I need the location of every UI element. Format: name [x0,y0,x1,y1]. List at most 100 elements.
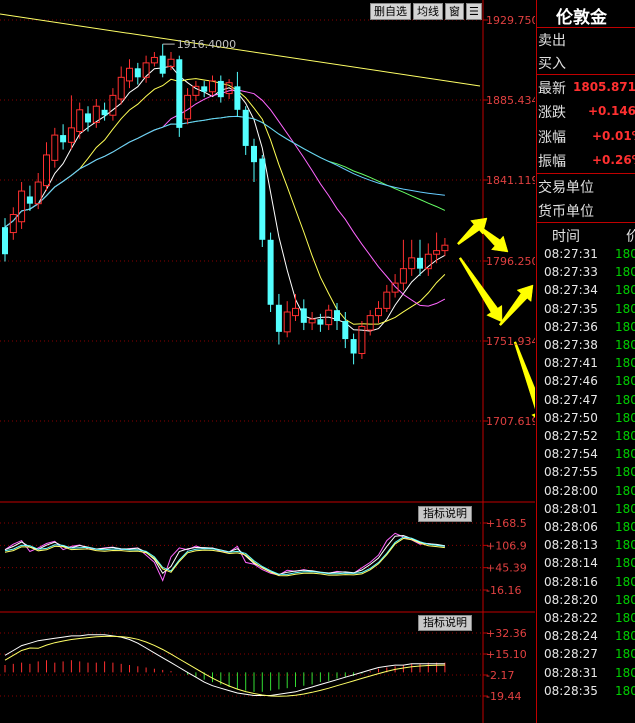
candle-body-up [408,257,416,270]
candle [67,95,75,150]
candle [150,52,158,67]
candle-body-down [417,257,423,269]
candle-body-down [251,145,257,163]
tick-time: 08:27:31 [544,247,598,261]
tick-price: 180 [615,611,635,625]
candle [292,293,299,322]
candle-body-up [192,85,200,96]
candle [242,106,249,155]
tick-time: 08:27:38 [544,338,598,352]
candle-body-up [117,76,125,100]
candle-body-down [242,109,249,146]
candle-body-down [259,158,266,240]
panel-divider [536,0,537,723]
candle [109,88,117,121]
ma40-line [4,115,446,228]
window-button[interactable]: 窗 [445,3,464,20]
tick-price: 180 [615,520,635,534]
tick-price: 180 [615,392,635,407]
change-value: +0.1463 [588,104,635,118]
candle [51,127,59,168]
latest-label: 最新 [538,81,566,97]
candle-body-down [342,321,349,340]
tick-time: 08:28:06 [544,520,598,534]
price-axis-label: 1707.619 [486,415,535,428]
candle-body-up [142,62,150,78]
candle [275,293,282,345]
candle-body-up [126,67,133,82]
candle-body-up [76,109,84,132]
candle [424,243,432,276]
candle-body-up [399,268,407,284]
candle-body-up [67,127,75,143]
candle-body-down [300,308,307,323]
tick-price: 180 [615,465,635,480]
macd-axis-label: +15.10 [486,648,527,661]
macd-axis-label: +32.36 [486,627,527,640]
candle-body-up [283,311,291,333]
candle-body-up [209,80,216,93]
tick-price: 180 [615,683,635,698]
candle [251,138,257,183]
candle-body-up [167,58,175,67]
time-column-header: 时间 [552,229,580,245]
amplitude-label: 振幅 [538,154,566,170]
tick-price: 180 [615,301,635,316]
candle [43,142,50,192]
candle [217,75,224,103]
watchlist-remove-button[interactable]: 删自选 [370,3,411,20]
macd-indicator-help-button[interactable]: 指标说明 [418,615,472,631]
candle [234,71,241,118]
candle [184,88,192,125]
candle-body-up [150,56,158,64]
divider [536,222,635,223]
tick-price: 180 [615,356,635,371]
menu-icon[interactable]: ☰ [466,3,482,20]
tick-price: 180 [615,665,635,680]
tick-time: 08:27:47 [544,392,598,407]
kdj-axis-label: -16.16 [486,584,521,597]
candle [18,182,26,229]
candle [399,239,407,291]
tick-price: 180 [615,574,635,589]
tick-price: 180 [615,319,635,334]
candle [267,232,274,312]
candle [417,239,423,276]
tick-time: 08:28:16 [544,574,598,589]
candle-body-down [26,196,33,204]
amplitude-value: +0.26% [592,153,635,167]
moving-average-lines [0,13,481,332]
kdj-indicator [0,522,488,591]
candle-body-down [217,80,224,98]
trend-line [0,13,481,87]
candle [126,59,133,89]
tick-time: 08:28:01 [544,501,598,516]
candle-body-down [317,319,324,325]
tick-time: 08:28:24 [544,629,598,644]
candle [9,207,17,240]
tick-time: 08:28:22 [544,611,598,625]
price-axis-label: 1929.750 [486,14,535,27]
candle-body-down [350,339,357,354]
tick-time: 08:27:41 [544,356,598,371]
price-axis-label: 1796.250 [486,255,535,268]
tick-price: 180 [615,501,635,516]
tick-time: 08:28:13 [544,538,598,553]
chart-toolbar: 删自选 均线 窗 ☰ [370,3,482,20]
candle-body-down [159,55,166,74]
forecast-arrow [476,224,509,253]
kdj-indicator-help-button[interactable]: 指标说明 [418,506,472,522]
tick-time: 08:28:14 [544,556,598,571]
candle [117,66,125,105]
candle [317,313,324,332]
macd-indicator [0,632,488,697]
candle [441,237,449,257]
tick-price: 180 [615,338,635,352]
candle-body-down [334,310,340,322]
candle-body-up [308,318,316,324]
moving-average-button[interactable]: 均线 [413,3,443,20]
tick-time: 08:27:50 [544,410,598,425]
tick-time: 08:28:31 [544,665,598,680]
tick-time: 08:27:36 [544,319,598,334]
candle [350,333,357,365]
